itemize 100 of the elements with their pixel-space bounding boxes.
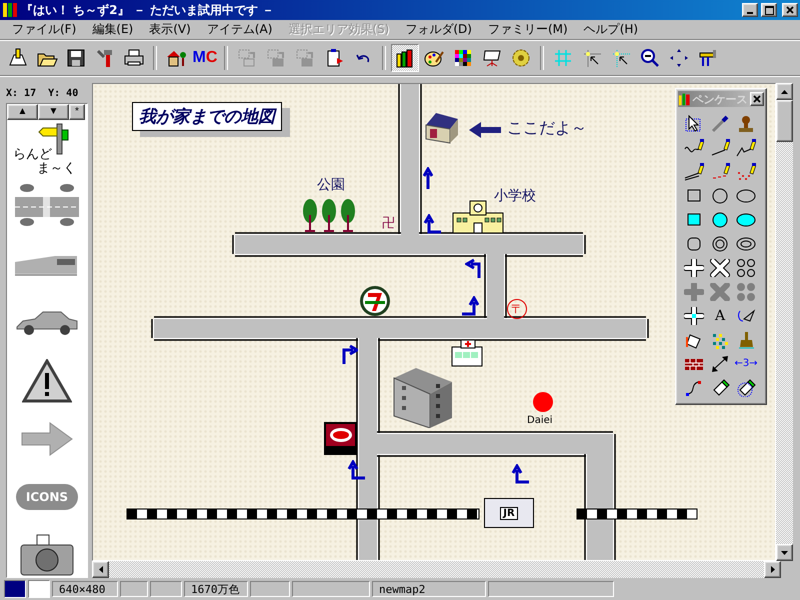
car-icon [15,309,79,337]
down-arrow-icon [781,550,788,554]
status-panel [120,581,148,597]
cut-icon [265,47,287,69]
gear-icon [510,47,532,69]
solid-x-tool-icon [710,282,730,300]
multiline-tool-icon [684,162,704,180]
library-scroll-button[interactable]: ▲ [7,104,38,120]
menu-item[interactable]: 編集(E) [84,21,142,38]
route-arrow-icon [465,256,481,279]
left-arrow-icon [98,566,102,573]
ellipse-ring-tool-icon [736,234,756,252]
tool2-icon [697,47,719,69]
icons-badge: ICONS [16,484,78,510]
trees-icon [302,197,358,233]
library-scroll-button[interactable]: * [69,104,85,120]
close-icon [752,95,761,103]
menu-item[interactable]: フォルダ(D) [397,21,480,38]
color-depth-status: 1670万色 [184,581,248,597]
drawing-tool[interactable] [708,257,732,278]
horizontal-scrollbar[interactable] [92,561,781,578]
drawing-tool[interactable] [734,257,758,278]
copy-icon [236,47,258,69]
toolbar-button[interactable]: MC [191,44,219,72]
route-arrow-icon [347,460,366,480]
up-arrow-icon [781,90,788,94]
save-icon [65,47,87,69]
temple-symbol: 卍 [382,215,395,232]
drawing-tool[interactable] [682,161,706,182]
status-panel [250,581,290,597]
warning-sign-icon [22,359,72,403]
map-label: Daiei [527,415,553,426]
color-swatch[interactable] [28,580,50,598]
menu-item[interactable]: 表示(V) [141,21,199,38]
menu-item[interactable]: ファミリー(M) [480,21,576,38]
snap-icon [581,47,603,69]
canvas-size-status: 640×480 [52,581,118,597]
menu-item[interactable]: ファイル(F) [4,21,84,38]
ring-tool-icon [710,234,730,252]
solid-quad-tool-icon [736,282,756,300]
palette-close-button[interactable] [750,92,764,106]
map-label: ここだよ～ [507,118,587,139]
centered-cross-tool-icon [684,306,704,324]
file-name-status: newmap2 [372,581,486,597]
solid-cross-tool-icon [684,282,704,300]
snap2-icon [610,47,632,69]
curve-tool-icon [684,378,704,396]
dimension-tool[interactable]: ←3→ [734,353,758,374]
cross-tool-icon [684,258,704,276]
quad-tool-icon [736,258,756,276]
drawing-tool[interactable] [734,137,758,158]
polyline-tool-icon [736,138,756,156]
text-tool[interactable]: A [708,305,732,326]
arrow-icon [20,419,74,459]
maximize-button[interactable] [761,3,777,17]
route-arrow-icon [511,464,530,484]
vertical-scrollbar[interactable] [776,83,793,561]
line-tool-icon [710,138,730,156]
x-tool-icon [710,258,730,276]
post-office-symbol: 〒 [507,299,527,319]
library-scroll-button[interactable]: ▼ [38,104,69,120]
landmark-category-label: らんど ま～く [13,148,76,176]
window-title: 『はい！ ち～ず2』 － ただいま試用中です － [21,2,276,18]
menu-item[interactable]: ヘルプ(H) [576,21,646,38]
app-icon [2,2,18,18]
status-panel [150,581,182,597]
pencils-icon [678,92,690,106]
toolbar-button[interactable] [391,44,419,72]
dots-tool-icon [710,162,730,180]
eraser2-tool-icon [736,378,756,396]
drawing-tool[interactable] [682,305,706,326]
maximize-icon [764,6,774,14]
ellipse-fill-tool-icon [736,210,756,228]
route-arrow-icon [423,214,442,234]
grid-icon [552,47,574,69]
x-coordinate: X: 17 [6,88,36,98]
circle-tool-icon [710,186,730,204]
drawing-tool[interactable] [682,257,706,278]
diagonal-tool-icon [710,354,730,372]
pipette-tool-icon [710,114,730,132]
route-arrow-icon [460,296,479,316]
colors-icon [452,47,474,69]
y-coordinate: Y: 40 [48,88,78,98]
train-station-building: JR [484,498,534,528]
route-arrow-icon [423,167,433,190]
color-swatch[interactable] [4,580,26,598]
close-icon [786,6,794,14]
hospital-icon [451,339,483,367]
zoom-icon [639,47,661,69]
menu-item[interactable]: アイテム(A) [198,21,280,38]
ellipse-tool-icon [736,186,756,204]
paste-icon [294,47,316,69]
mc-logo-icon: MC [192,49,218,67]
scroll-thumb[interactable] [776,100,793,142]
scatter-tool-icon [736,162,756,180]
stamp-tool-icon [736,114,756,132]
close-button[interactable] [782,3,798,17]
brush-tool-icon [736,330,756,348]
minimize-button[interactable] [742,3,758,17]
convenience-store-logo-icon [359,285,391,317]
